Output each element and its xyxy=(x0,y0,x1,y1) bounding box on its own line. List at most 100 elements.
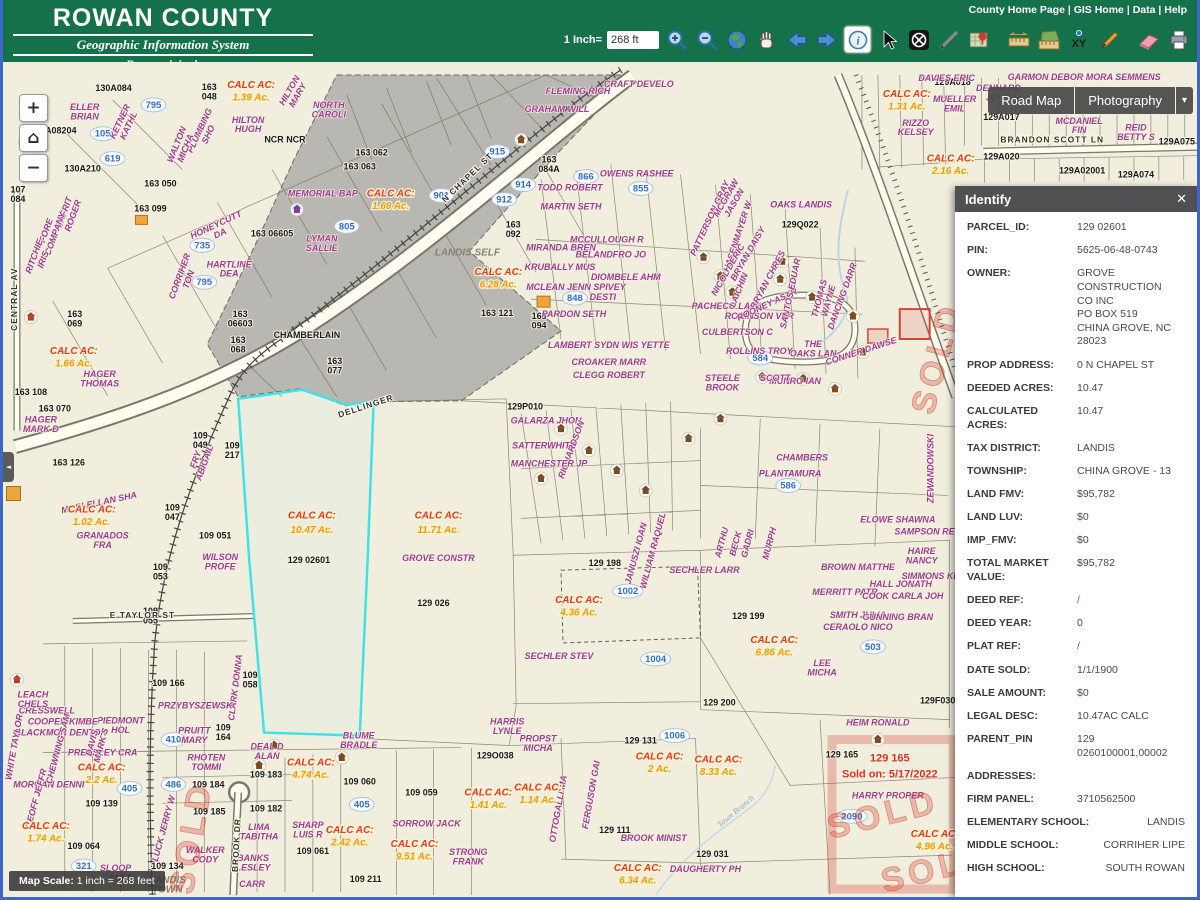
map-label-o: HAGERMARK D xyxy=(23,415,59,434)
address-number: 914 xyxy=(515,180,532,191)
map-label-p: 109 059 xyxy=(405,787,437,797)
identify-row-value[interactable]: / xyxy=(1077,594,1185,608)
identify-row-label: PARCEL_ID: xyxy=(967,221,1077,235)
identify-row-label: DEED REF: xyxy=(967,594,1077,608)
identify-row-value xyxy=(1077,770,1185,784)
measure-distance-ruler-icon[interactable] xyxy=(1006,27,1031,52)
map-zoom-in-button[interactable]: + xyxy=(19,94,48,122)
identify-row-label: PARENT_PIN xyxy=(967,733,1077,760)
map-viewport[interactable]: 7951056197357959159149129018668558058485… xyxy=(3,62,1197,897)
legend-icon[interactable] xyxy=(6,486,21,501)
map-label-o: CERAOLO NICO xyxy=(823,622,893,632)
identify-row: HIGH SCHOOL:SOUTH ROWAN xyxy=(967,862,1185,876)
map-label-p: 129P010 xyxy=(507,402,543,412)
calc-ac-label: CALC AC: xyxy=(68,504,116,515)
map-zoom-out-button[interactable]: − xyxy=(19,154,48,182)
calc-ac-value: 11.71 Ac. xyxy=(417,525,459,536)
map-label-p: 129A02001 xyxy=(1059,166,1105,176)
basemap-dropdown-caret[interactable]: ▾ xyxy=(1176,87,1193,114)
scale-input[interactable] xyxy=(607,31,659,49)
map-label-p: 163 070 xyxy=(39,404,71,414)
pan-hand-icon[interactable] xyxy=(754,27,779,52)
identify-row: OWNER:GROVE CONSTRUCTION CO INC PO BOX 5… xyxy=(967,267,1185,349)
calc-ac-label: CALC AC: xyxy=(695,754,743,765)
identify-panel-body: PARCEL_ID:129 02601PIN:5625-06-48-0743OW… xyxy=(955,212,1197,897)
sidebar-collapse-tab[interactable]: ◄ xyxy=(3,452,14,482)
map-locator-icon[interactable] xyxy=(966,27,991,52)
identify-row-value: 3710562500 xyxy=(1077,793,1185,807)
markup-pencil-icon[interactable] xyxy=(1096,27,1121,52)
full-extent-globe-icon[interactable] xyxy=(724,27,749,52)
map-label-o: DAVIES ERIC xyxy=(918,73,975,83)
measure-line-icon[interactable] xyxy=(936,27,961,52)
print-icon[interactable] xyxy=(1166,27,1191,52)
calc-ac-value: 6.34 Ac. xyxy=(619,876,656,887)
house-icon xyxy=(829,382,842,395)
road-map-button[interactable]: Road Map xyxy=(988,87,1074,114)
header-link-county-home-page[interactable]: County Home Page xyxy=(969,4,1065,16)
house-icon xyxy=(610,464,623,477)
close-icon[interactable]: ✕ xyxy=(1176,192,1187,207)
select-cursor-icon[interactable] xyxy=(876,27,901,52)
identify-row-value: 0 xyxy=(1077,617,1185,631)
identify-row-value[interactable]: / xyxy=(1077,640,1185,654)
map-label-o: HAIRENANCY xyxy=(906,546,939,565)
identify-row-label: DATE SOLD: xyxy=(967,664,1077,678)
house-icon xyxy=(846,310,859,323)
zoom-in-icon[interactable] xyxy=(664,27,689,52)
map-label-p: 163069 xyxy=(67,309,82,328)
map-label-o: CULBERTSON C xyxy=(702,327,773,337)
map-label-o: SHARPLUIS R xyxy=(292,820,323,839)
identify-row-value: 0 N CHAPEL ST xyxy=(1077,359,1185,373)
logo-title: ROWAN COUNTY xyxy=(13,4,313,36)
calc-ac-label: CALC AC: xyxy=(911,829,959,840)
header-link-gis-home[interactable]: GIS Home xyxy=(1074,4,1124,16)
map-label-p: 163 050 xyxy=(144,179,176,189)
map-label-p: 163092 xyxy=(506,219,521,238)
identify-row: CALCULATED ACRES:10.47 xyxy=(967,405,1185,432)
identify-row: TAX DISTRICT:LANDIS xyxy=(967,442,1185,456)
map-label-o: MARTIN SETH xyxy=(540,201,602,211)
map-label-o: HILTONHUGH xyxy=(232,115,265,134)
identify-row-label: DEEDED ACRES: xyxy=(967,382,1077,396)
map-toolbar: 1 Inch= i XY xyxy=(564,26,1191,53)
eraser-icon[interactable] xyxy=(1136,27,1161,52)
identify-row-value: 10.47 xyxy=(1077,405,1185,432)
identify-row: PIN:5625-06-48-0743 xyxy=(967,244,1185,258)
zoom-out-icon[interactable] xyxy=(694,27,719,52)
identify-row-value: LANDIS xyxy=(1077,442,1185,456)
measure-area-ruler-icon[interactable] xyxy=(1036,27,1061,52)
map-label-p: 109 064 xyxy=(68,841,100,851)
calc-ac-value: 2.42 Ac. xyxy=(330,838,368,849)
xy-coordinates-icon[interactable]: XY xyxy=(1066,27,1091,52)
map-label-p: 163 121 xyxy=(481,308,513,318)
previous-extent-icon[interactable] xyxy=(784,27,809,52)
identify-row-label: ELEMENTARY SCHOOL: xyxy=(967,816,1097,830)
map-label-p: 107084 xyxy=(10,185,25,204)
identify-row-value: $95,782 xyxy=(1077,488,1185,502)
map-label-r: BRANDON SCOTT LN xyxy=(1000,135,1104,145)
map-label-p: 129O038 xyxy=(477,750,514,760)
map-scale-value: 1 inch = 268 feet xyxy=(74,875,155,887)
identify-row-value: 5625-06-48-0743 xyxy=(1077,244,1185,258)
calc-ac-label: CALC AC: xyxy=(636,751,684,762)
calc-ac-label: CALC AC: xyxy=(391,839,439,850)
photography-button[interactable]: Photography xyxy=(1075,87,1175,114)
header-link-data[interactable]: Data xyxy=(1133,4,1156,16)
identify-row: MIDDLE SCHOOL:CORRIHER LIPE xyxy=(967,839,1185,853)
identify-row-label: OWNER: xyxy=(967,267,1077,349)
next-extent-icon[interactable] xyxy=(814,27,839,52)
house-icon xyxy=(515,133,528,146)
map-label-o: HEIM RONALD xyxy=(846,718,910,728)
clear-selection-target-icon[interactable] xyxy=(906,27,931,52)
identify-info-icon[interactable]: i xyxy=(844,26,871,53)
map-label-p: 129 165 xyxy=(826,750,858,760)
map-label-p: 109058 xyxy=(243,670,258,689)
map-label-p: 109 183 xyxy=(250,769,282,779)
calc-ac-value: 1.02 Ac. xyxy=(73,517,110,528)
identify-row-value: CORRIHER LIPE xyxy=(1067,839,1185,853)
map-label-o: GROVE CONSTR xyxy=(402,553,475,563)
map-home-button[interactable]: ⌂ xyxy=(19,124,48,152)
identify-row-value: 10.47 xyxy=(1077,382,1185,396)
header-link-help[interactable]: Help xyxy=(1164,4,1187,16)
